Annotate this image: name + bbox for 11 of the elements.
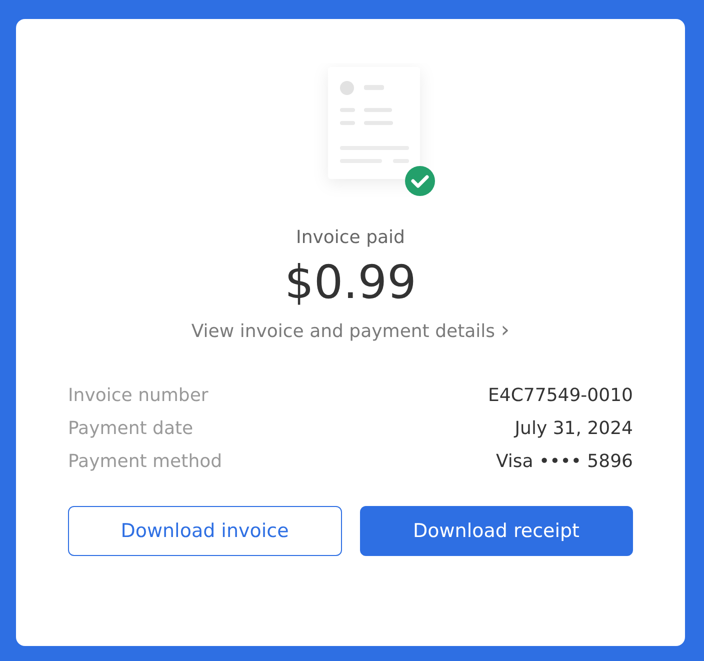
detail-value: Visa •••• 5896 <box>496 451 633 472</box>
detail-label: Payment date <box>68 418 194 439</box>
detail-value: E4C77549-0010 <box>488 385 633 406</box>
download-button[interactable]: Download receipt <box>360 506 633 556</box>
details-link[interactable]: View invoice and payment details › <box>191 318 510 343</box>
detail-label: Payment method <box>68 451 222 472</box>
amount: $0.99 <box>284 254 416 310</box>
download-button[interactable]: Download invoice <box>68 506 342 556</box>
detail-value: July 31, 2024 <box>514 418 633 439</box>
status-label: Invoice paid <box>296 227 405 248</box>
detail-label: Invoice number <box>68 385 208 406</box>
